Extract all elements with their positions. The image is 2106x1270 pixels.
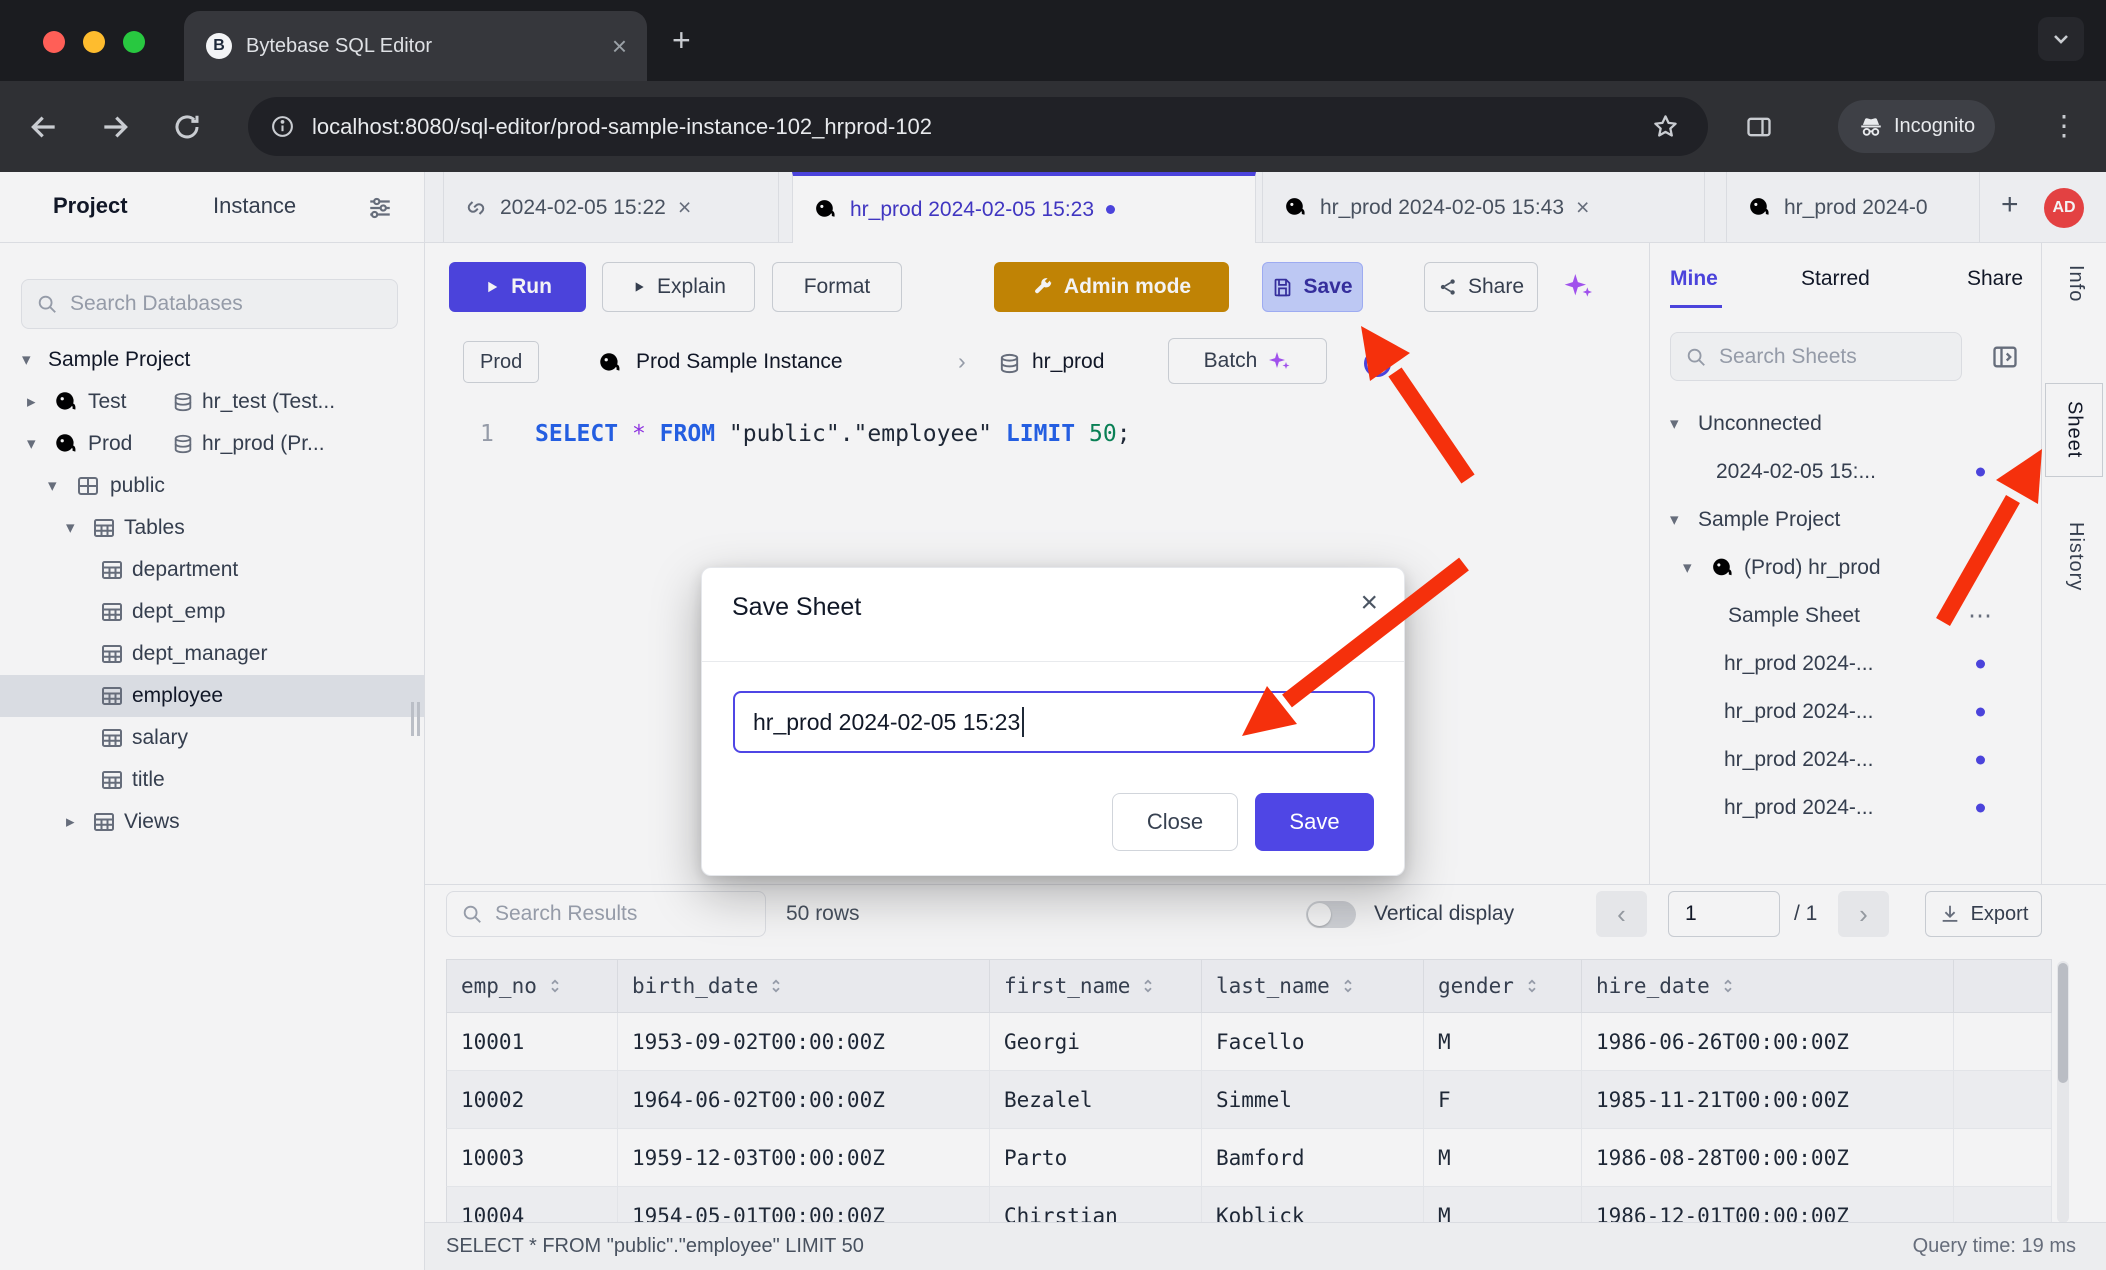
dialog-close-icon[interactable]: × <box>1360 586 1378 620</box>
incognito-label: Incognito <box>1894 115 1975 138</box>
tab-close-icon[interactable]: × <box>612 11 627 81</box>
dialog-divider <box>702 661 1404 662</box>
back-button[interactable] <box>28 111 60 143</box>
site-info-icon[interactable] <box>270 114 295 139</box>
side-panel-icon[interactable] <box>1745 113 1773 141</box>
sheet-title-value: hr_prod 2024-02-05 15:23 <box>753 709 1020 736</box>
browser-menu-icon[interactable]: ⋮ <box>2050 109 2078 142</box>
screenshot-root: B Bytebase SQL Editor × + localhost:8080… <box>0 0 2106 1270</box>
dialog-close-button[interactable]: Close <box>1112 793 1238 851</box>
dialog-save-button[interactable]: Save <box>1255 793 1374 851</box>
window-zoom-button[interactable] <box>123 31 145 53</box>
forward-button[interactable] <box>99 111 131 143</box>
url-text: localhost:8080/sql-editor/prod-sample-in… <box>312 97 932 156</box>
browser-toolbar: localhost:8080/sql-editor/prod-sample-in… <box>0 81 2106 172</box>
new-tab-button[interactable]: + <box>672 20 691 60</box>
close-label: Close <box>1147 809 1203 835</box>
window-minimize-button[interactable] <box>83 31 105 53</box>
save-sheet-dialog: Save Sheet × hr_prod 2024-02-05 15:23 Cl… <box>701 567 1405 876</box>
bookmark-star-icon[interactable] <box>1652 113 1679 140</box>
text-cursor <box>1022 707 1024 737</box>
bytebase-favicon-icon: B <box>206 33 232 59</box>
window-close-button[interactable] <box>43 31 65 53</box>
reload-button[interactable] <box>172 112 202 142</box>
tab-search-button[interactable] <box>2038 17 2084 61</box>
browser-tab[interactable]: B Bytebase SQL Editor × <box>184 11 647 81</box>
save-label: Save <box>1289 809 1339 835</box>
dialog-title: Save Sheet <box>732 593 861 622</box>
sheet-title-input[interactable]: hr_prod 2024-02-05 15:23 <box>733 691 1375 753</box>
incognito-badge: Incognito <box>1838 100 1995 153</box>
browser-tab-title: Bytebase SQL Editor <box>246 11 432 81</box>
incognito-icon <box>1858 114 1884 140</box>
address-bar[interactable]: localhost:8080/sql-editor/prod-sample-in… <box>248 97 1708 156</box>
chevron-down-icon <box>2049 27 2073 51</box>
browser-titlebar: B Bytebase SQL Editor × + <box>0 0 2106 81</box>
